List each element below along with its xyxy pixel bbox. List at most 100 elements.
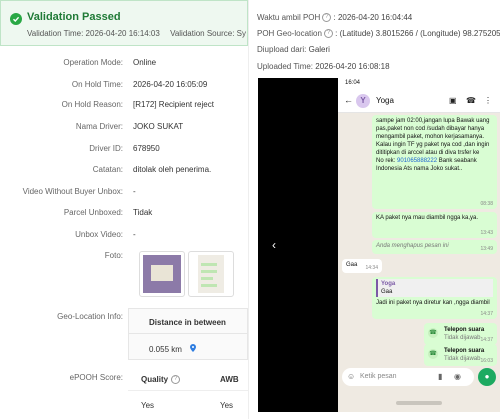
attach-icon: ▮ xyxy=(438,372,443,381)
phone-icon: ☎ xyxy=(428,349,438,359)
detail-label: On Hold Time: xyxy=(71,80,123,89)
question-circle-icon[interactable]: ? xyxy=(323,29,333,39)
poh-geo-location: POH Geo-location? : (Latitude) 3.8015266… xyxy=(257,29,500,39)
quoted-message: Yoga Gaa xyxy=(376,279,493,297)
poh-geo-label: POH Geo-location xyxy=(257,29,322,38)
phone-icon: ☎ xyxy=(428,328,438,338)
detail-value: 678950 xyxy=(133,144,160,153)
message-time: 14:37 xyxy=(480,337,493,343)
question-circle-icon[interactable]: ? xyxy=(322,13,332,23)
camera-icon: ◉ xyxy=(454,372,461,381)
message-text: No rek: 901065888222 Bank seabank Indone… xyxy=(376,158,477,172)
question-circle-icon[interactable]: ? xyxy=(171,375,181,385)
parcel-details: Operation Mode: Online On Hold Time: 202… xyxy=(0,50,248,419)
detail-label: Driver ID: xyxy=(89,144,123,153)
call-status: Tidak dijawab xyxy=(444,356,481,362)
detail-label: ePOOH Score: xyxy=(69,373,123,382)
uploaded-time-value: 2026-04-20 16:08:18 xyxy=(315,62,390,71)
message-text: KA paket nya mau diambil ngga ka,ya. xyxy=(376,215,479,221)
quality-header: Quality? xyxy=(141,375,181,385)
quoted-name: Yoga xyxy=(381,281,396,287)
detail-value: ditolak oleh penerima. xyxy=(133,165,212,174)
message-time: 16:03 xyxy=(480,358,493,364)
awb-value: Yes xyxy=(220,401,234,410)
poh-time-label: Waktu ambil POH xyxy=(257,13,321,22)
validation-source: Validation Source: Sy xyxy=(170,29,246,38)
poh-panel: Waktu ambil POH? : 2026-04-20 16:04:44 P… xyxy=(248,0,500,419)
chat-message-out: KA paket nya mau diambil ngga ka,ya. 13:… xyxy=(372,212,497,238)
missed-call: ☎ Telepon suara Tidak dijawab 14:37 xyxy=(424,323,497,345)
distance-value: 0.055 km xyxy=(149,345,182,354)
validation-banner: Validation Passed Validation Time: 2026-… xyxy=(0,0,248,46)
detail-value: JOKO SUKAT xyxy=(133,122,184,131)
message-text: Jadi ini paket nya diretur kan ,ngga dia… xyxy=(376,300,490,306)
android-nav-bar xyxy=(338,392,500,412)
photo-thumbnail-chat[interactable] xyxy=(188,251,234,297)
emoji-icon: ☺ xyxy=(347,372,356,381)
avatar: Y xyxy=(356,94,370,108)
validation-time: Validation Time: 2026-04-20 16:14:03 xyxy=(27,29,160,38)
status-bar: 16:04 xyxy=(338,78,500,90)
upload-source-value: Galeri xyxy=(308,45,330,54)
phone-icon: ☎ xyxy=(466,96,476,105)
location-pin-icon[interactable] xyxy=(190,344,196,354)
poh-image-viewer[interactable]: ‹ 16:04 ← Y Yoga ▣ ☎ ⋮ sampe jam 02:00,j… xyxy=(258,78,500,412)
poh-uploaded-time: Uploaded Time: 2026-04-20 16:08:18 xyxy=(257,62,390,71)
chat-message-in: Gaa 14:34 xyxy=(342,259,382,273)
detail-value: [R172] Recipient reject xyxy=(133,100,214,109)
call-title: Telepon suara xyxy=(444,348,485,354)
back-arrow-icon: ← xyxy=(344,95,353,105)
upload-source-label: Diupload dari: xyxy=(257,45,307,54)
message-text: sampe jam 02:00,jangan lupa Bawak uang p… xyxy=(376,118,490,140)
message-input-placeholder: Ketik pesan xyxy=(360,373,397,380)
more-icon: ⋮ xyxy=(484,96,492,105)
detail-value: Tidak xyxy=(133,208,153,217)
geo-location-card: Distance in between 0.055 km xyxy=(128,308,248,360)
message-time: 14:34 xyxy=(365,265,378,271)
poh-geo-value: : (Latitude) 3.8015266 / (Longitude) 98.… xyxy=(335,29,500,38)
detail-value: 2026-04-20 16:05:09 xyxy=(133,80,208,89)
call-title: Telepon suara xyxy=(444,327,485,333)
detail-label: Foto: xyxy=(104,251,123,260)
quoted-text: Gaa xyxy=(381,289,393,295)
quality-header-label: Quality xyxy=(141,375,169,384)
poh-time: Waktu ambil POH? : 2026-04-20 16:04:44 xyxy=(257,13,413,23)
distance-header: Distance in between xyxy=(149,318,226,327)
awb-header: AWB xyxy=(220,375,239,384)
poh-upload-source: Diupload dari: Galeri xyxy=(257,45,330,54)
detail-label: Geo-Location Info: xyxy=(57,312,123,321)
message-input-bar: ☺ Ketik pesan ▮ ◉ xyxy=(342,368,474,386)
detail-value: Online xyxy=(133,58,157,67)
deleted-message: Anda menghapus pesan ini 13:49 xyxy=(372,240,497,254)
message-time: 13:49 xyxy=(480,246,493,252)
detail-label: Nama Driver: xyxy=(75,122,123,131)
video-call-icon: ▣ xyxy=(449,96,457,105)
chat-message-out: Yoga Gaa Jadi ini paket nya diretur kan … xyxy=(372,277,497,319)
message-text: Kalau ingin TF yg paket nya cod ,dan ing… xyxy=(376,142,490,156)
message-text: Gaa xyxy=(346,262,358,268)
chat-image xyxy=(198,255,224,293)
photo-thumbnail-parcel[interactable] xyxy=(139,251,185,297)
detail-label: Unbox Video: xyxy=(75,230,123,239)
detail-label: Operation Mode: xyxy=(63,58,123,67)
chat-screenshot: 16:04 ← Y Yoga ▣ ☎ ⋮ sampe jam 02:00,jan… xyxy=(338,78,500,412)
chat-message-out: sampe jam 02:00,jangan lupa Bawak uang p… xyxy=(372,115,497,209)
check-circle-icon xyxy=(10,13,22,25)
validation-title: Validation Passed xyxy=(27,11,121,23)
missed-call: ☎ Telepon suara Tidak dijawab 16:03 xyxy=(424,344,497,366)
message-time: 13:43 xyxy=(480,230,493,236)
detail-label: Parcel Unboxed: xyxy=(63,208,123,217)
status-time: 16:04 xyxy=(345,80,361,86)
contact-name: Yoga xyxy=(376,96,394,105)
detail-value: - xyxy=(133,187,136,196)
quality-value: Yes xyxy=(141,401,155,410)
account-number-link[interactable]: 901065888222 xyxy=(397,158,437,164)
detail-value: - xyxy=(133,230,136,239)
message-text: Anda menghapus pesan ini xyxy=(376,243,449,249)
chat-header: ← Y Yoga ▣ ☎ ⋮ xyxy=(338,90,500,113)
detail-label: Catatan: xyxy=(92,165,123,174)
microphone-icon: ● xyxy=(478,368,496,386)
chevron-left-icon[interactable]: ‹ xyxy=(272,238,276,252)
poh-time-value: : 2026-04-20 16:04:44 xyxy=(333,13,413,22)
detail-label: Video Without Buyer Unbox: xyxy=(22,187,123,196)
